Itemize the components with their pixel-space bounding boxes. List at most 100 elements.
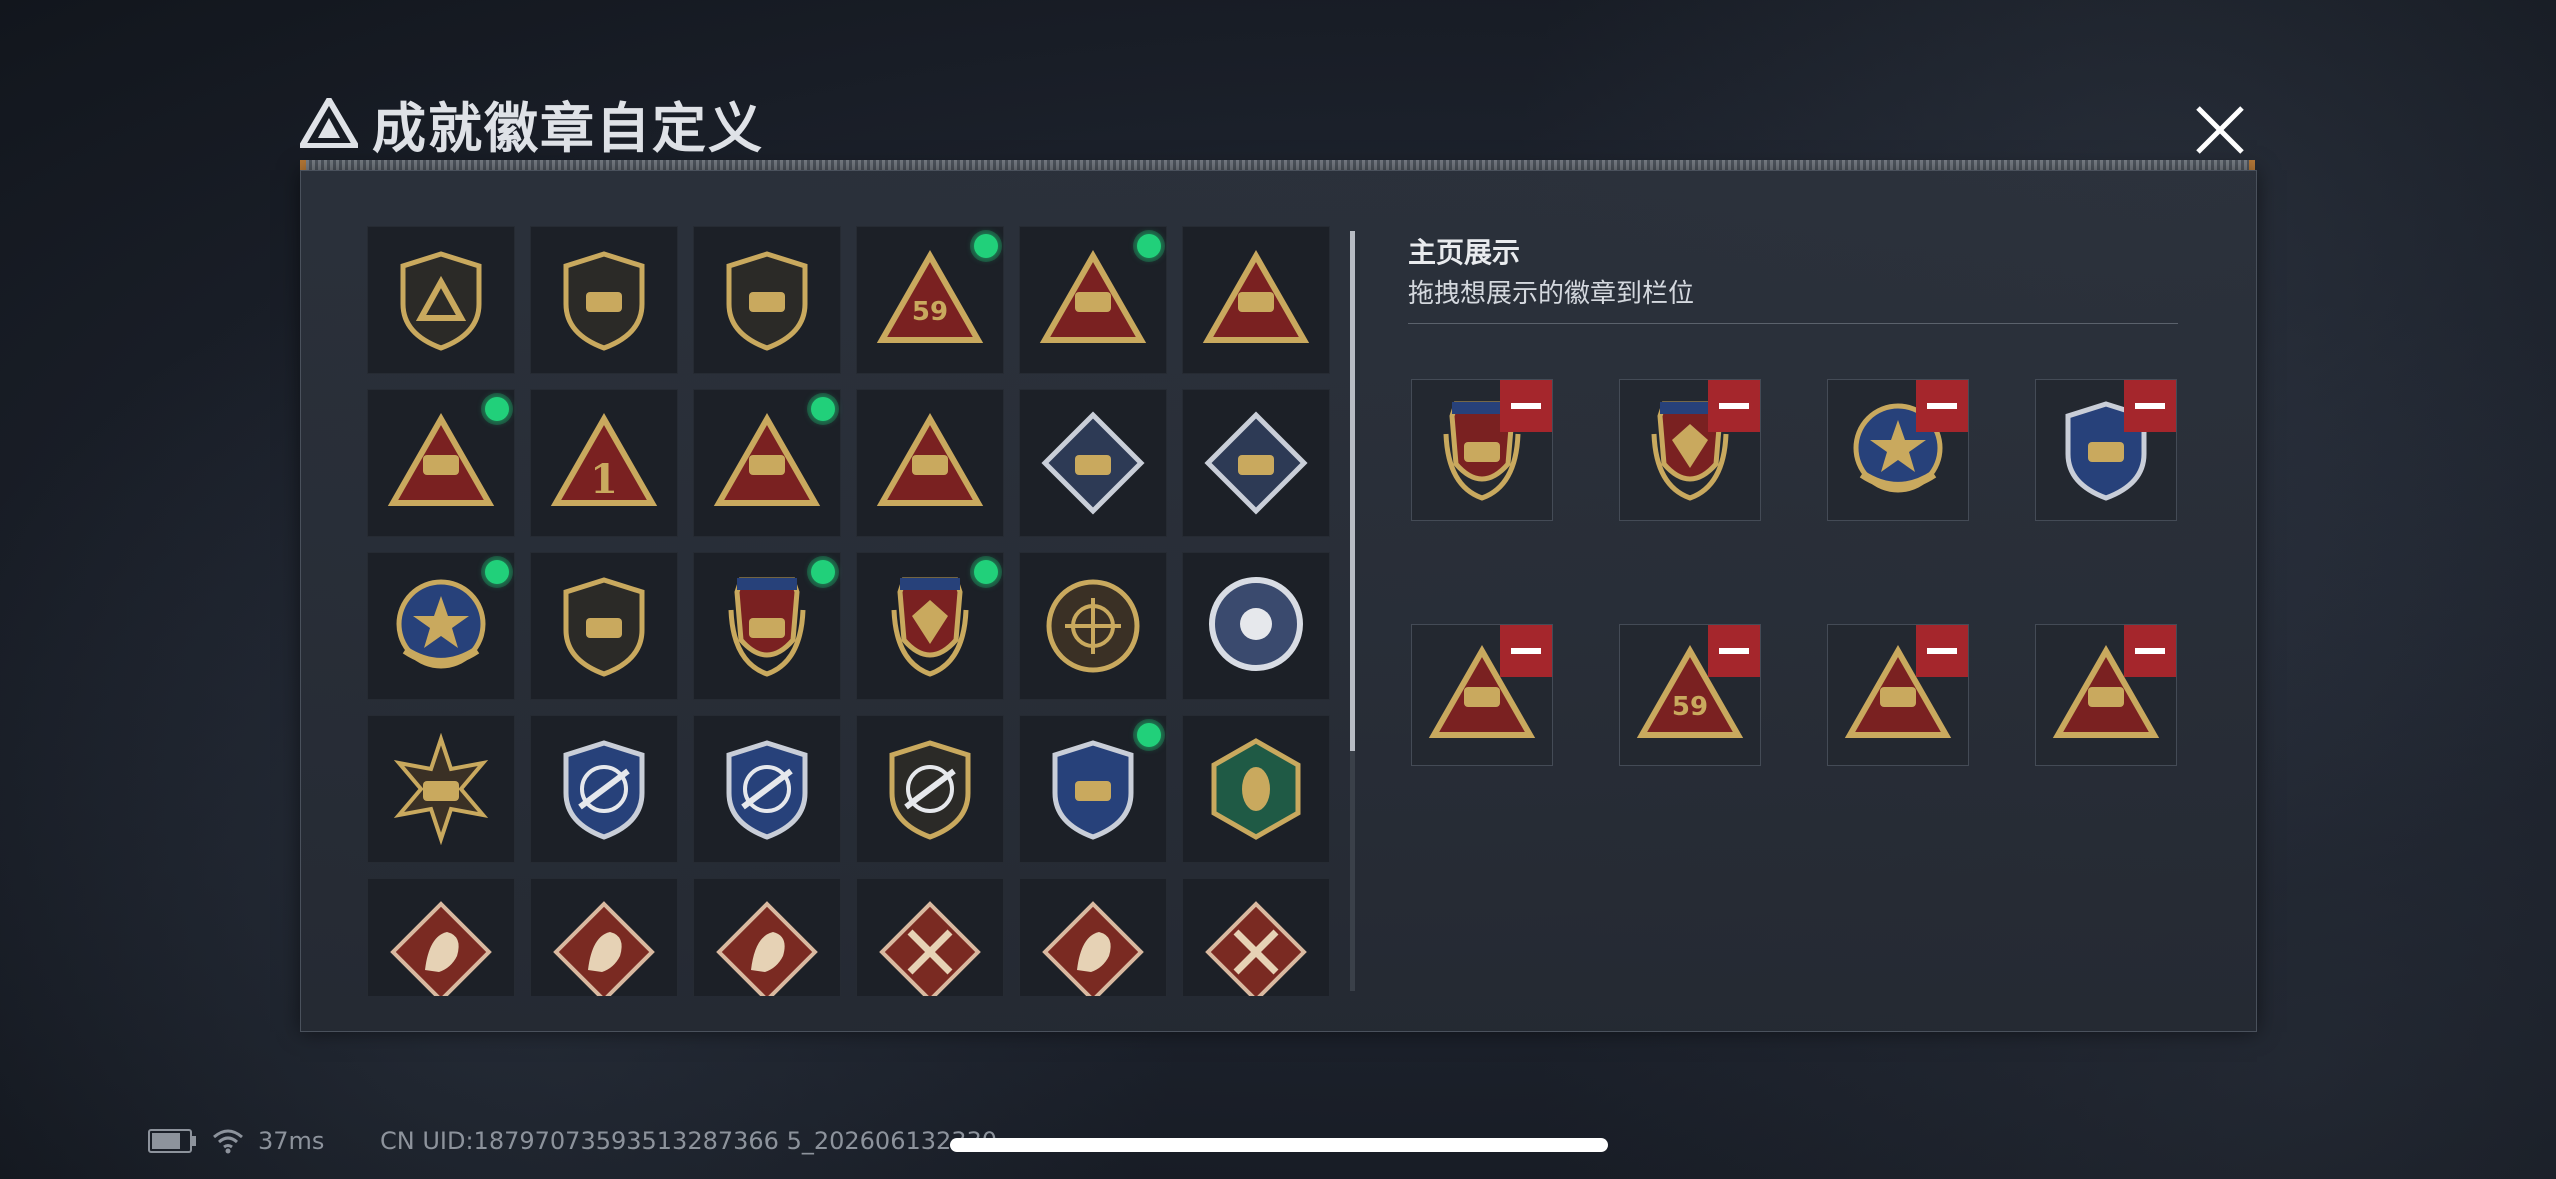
- sniper-blue-badge[interactable]: [530, 715, 678, 863]
- chevron-shield-badge[interactable]: [530, 552, 678, 700]
- gold-sun-badge[interactable]: [367, 715, 515, 863]
- showcase-slot-8[interactable]: [2035, 624, 2177, 766]
- dagger-shield-badge[interactable]: [693, 226, 841, 374]
- minus-icon: [1511, 648, 1541, 654]
- svg-text:59: 59: [912, 297, 948, 327]
- badge-icon: [1052, 740, 1134, 840]
- triangle-soldier-badge[interactable]: [693, 389, 841, 537]
- rifle-shield-badge[interactable]: [856, 715, 1004, 863]
- showcase-slot-6[interactable]: 59: [1619, 624, 1761, 766]
- badge-customize-panel: 59 1 主页展示 拖拽想展示的徽章到栏位 59: [300, 170, 2257, 1032]
- crosshair-round-badge[interactable]: [1019, 552, 1167, 700]
- minus-icon: [1719, 403, 1749, 409]
- badge-icon: [393, 733, 489, 845]
- triangle-tank-badge[interactable]: [1019, 226, 1167, 374]
- badge-grid-viewport[interactable]: 59 1: [367, 226, 1407, 996]
- minus-icon: [1927, 403, 1957, 409]
- new-indicator-dot: [974, 234, 998, 258]
- badge-icon: [1209, 577, 1303, 671]
- close-icon: [2196, 106, 2244, 154]
- minus-icon: [1927, 648, 1957, 654]
- remove-badge-button[interactable]: [2124, 625, 2176, 677]
- runner-red-badge[interactable]: [693, 878, 841, 996]
- showcase-title: 主页展示: [1408, 236, 1521, 269]
- star-wreath-badge[interactable]: [367, 552, 515, 700]
- triangle-squad-badge[interactable]: [856, 389, 1004, 537]
- minus-icon: [2135, 403, 2165, 409]
- badge-icon: 59: [876, 249, 984, 343]
- close-button[interactable]: [2190, 100, 2250, 160]
- showcase-slot-5[interactable]: [1411, 624, 1553, 766]
- status-bar: 37ms: [148, 1127, 324, 1155]
- badge-icon: [553, 901, 655, 996]
- badge-icon: [1039, 249, 1147, 343]
- showcase-slot-4[interactable]: [2035, 379, 2177, 521]
- remove-badge-button[interactable]: [1500, 380, 1552, 432]
- horse-red-badge[interactable]: [1019, 878, 1167, 996]
- showcase-slot-3[interactable]: [1827, 379, 1969, 521]
- showcase-slot-1[interactable]: [1411, 379, 1553, 521]
- new-indicator-dot: [485, 397, 509, 421]
- new-indicator-dot: [811, 397, 835, 421]
- tools-red-badge[interactable]: [1182, 878, 1330, 996]
- remove-badge-button[interactable]: [2124, 380, 2176, 432]
- triangle-one-badge[interactable]: 1: [530, 389, 678, 537]
- badge-icon: [400, 251, 482, 351]
- home-indicator[interactable]: [950, 1138, 1608, 1152]
- badge-icon: [563, 251, 645, 351]
- remove-badge-button[interactable]: [1500, 625, 1552, 677]
- svg-text:59: 59: [1672, 692, 1708, 722]
- badge-icon: [726, 740, 808, 840]
- remove-badge-button[interactable]: [1916, 625, 1968, 677]
- dialog-title-bar: 成就徽章自定义: [300, 88, 764, 160]
- remove-badge-button[interactable]: [1916, 380, 1968, 432]
- badge-icon: [891, 577, 969, 677]
- dragon-red-2-badge[interactable]: [530, 878, 678, 996]
- badge-icon: [563, 740, 645, 840]
- minus-icon: [1719, 648, 1749, 654]
- badge-icon: [716, 901, 818, 996]
- hex-hornet-badge[interactable]: [1182, 715, 1330, 863]
- showcase-divider: [1408, 323, 2178, 324]
- new-indicator-dot: [485, 560, 509, 584]
- diamond-launcher-badge[interactable]: [1182, 389, 1330, 537]
- laurel-diamond-badge[interactable]: [856, 552, 1004, 700]
- badge-grid: 59 1: [367, 226, 1407, 996]
- badge-icon: [876, 412, 984, 506]
- badge-icon: 1: [550, 412, 658, 506]
- minus-icon: [1511, 403, 1541, 409]
- remove-badge-button[interactable]: [1708, 380, 1760, 432]
- badge-icon: [563, 577, 645, 677]
- badge-icon: [1211, 738, 1301, 840]
- triangle-wing-badge[interactable]: [1182, 226, 1330, 374]
- new-indicator-dot: [974, 560, 998, 584]
- badge-icon: [1046, 579, 1140, 673]
- badge-icon: [387, 412, 495, 506]
- showcase-slot-7[interactable]: [1827, 624, 1969, 766]
- new-indicator-dot: [1137, 723, 1161, 747]
- silver-flower-badge[interactable]: [1182, 552, 1330, 700]
- triangle-logo-icon: [300, 98, 358, 148]
- remove-badge-button[interactable]: [1708, 625, 1760, 677]
- shield-delta-badge[interactable]: [367, 226, 515, 374]
- gold-rifle-crest-badge[interactable]: [1019, 715, 1167, 863]
- uid-text: CN UID:18797073593513287366 5_2026061323…: [380, 1127, 998, 1155]
- badge-icon: [1204, 411, 1308, 515]
- triangle-59-badge[interactable]: 59: [856, 226, 1004, 374]
- dialog-title: 成就徽章自定义: [372, 96, 764, 160]
- title-divider: [300, 160, 2255, 170]
- showcase-slot-2[interactable]: [1619, 379, 1761, 521]
- diamond-rose-badge[interactable]: [1019, 389, 1167, 537]
- cross-red-badge[interactable]: [856, 878, 1004, 996]
- badge-grid-scrollbar[interactable]: [1350, 231, 1355, 991]
- showcase-subtitle: 拖拽想展示的徽章到栏位: [1408, 279, 1695, 309]
- triangle-armor-badge[interactable]: [367, 389, 515, 537]
- badge-icon: [396, 579, 486, 669]
- helicopter-shield-badge[interactable]: [530, 226, 678, 374]
- sniper-blue-2-badge[interactable]: [693, 715, 841, 863]
- badge-icon: [1041, 411, 1145, 515]
- dragon-red-badge[interactable]: [367, 878, 515, 996]
- scrollbar-thumb[interactable]: [1350, 231, 1355, 751]
- laurel-stars-badge[interactable]: [693, 552, 841, 700]
- badge-icon: [726, 251, 808, 351]
